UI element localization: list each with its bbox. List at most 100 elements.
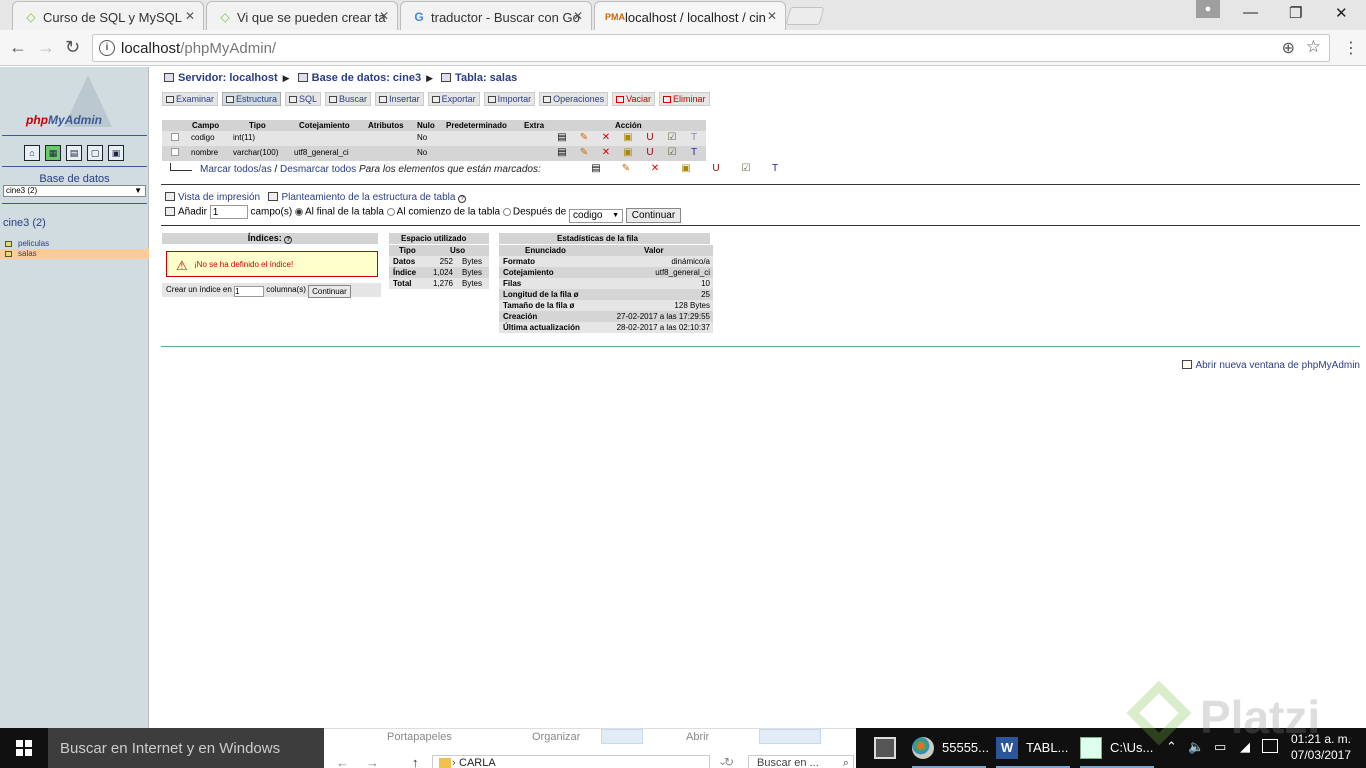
print-view-link[interactable]: Vista de impresión	[178, 192, 260, 203]
tab-estructura[interactable]: Estructura	[222, 92, 282, 106]
fulltext-icon[interactable]: T	[770, 164, 780, 174]
help-icon[interactable]: ?	[458, 195, 467, 203]
tab-sql[interactable]: SQL	[285, 92, 322, 106]
sidebar-table-peliculas[interactable]: peliculas	[0, 239, 149, 249]
tab-buscar[interactable]: Buscar	[325, 92, 372, 106]
unmark-all-link[interactable]: Desmarcar todos	[280, 164, 356, 175]
tab-insertar[interactable]: Insertar	[375, 92, 424, 106]
new-tab-button[interactable]	[785, 7, 825, 25]
forward-icon[interactable]: →	[366, 755, 379, 768]
browser-tab-4[interactable]: PMA localhost / localhost / cin ✕	[594, 1, 786, 30]
browser-tab-2[interactable]: ◇ Vi que se pueden crear ta ✕	[206, 1, 398, 30]
tab-examinar[interactable]: Examinar	[162, 92, 219, 106]
help-icon[interactable]: ?	[284, 236, 293, 244]
primary-key-icon[interactable]: ▣	[623, 148, 633, 158]
tab-operaciones[interactable]: Operaciones	[539, 92, 609, 106]
browser-tab-3[interactable]: G traductor - Buscar con Go ✕	[400, 1, 592, 30]
breadcrumb-table[interactable]: Tabla: salas	[455, 72, 517, 84]
browser-tab-1[interactable]: ◇ Curso de SQL y MySQL ✕	[12, 1, 204, 30]
taskbar-app-paint[interactable]: 55555...	[912, 728, 989, 768]
address-bar[interactable]: i localhost/phpMyAdmin/ ⊕ ☆	[92, 34, 1330, 62]
query-window-icon[interactable]: ▦	[45, 145, 61, 161]
radio-start[interactable]	[386, 207, 395, 216]
close-icon[interactable]: ✕	[573, 9, 583, 23]
breadcrumb-database[interactable]: Base de datos: cine3	[312, 72, 421, 84]
bookmark-star-icon[interactable]: ☆	[1306, 37, 1321, 57]
reload-icon[interactable]: ↻	[65, 37, 80, 58]
browse-icon[interactable]: ▤	[557, 133, 567, 143]
start-button[interactable]	[0, 728, 48, 768]
primary-key-icon[interactable]: ▣	[623, 133, 633, 143]
tab-vaciar[interactable]: Vaciar	[612, 92, 655, 106]
close-icon[interactable]: ✕	[767, 9, 777, 23]
create-index-button[interactable]: Continuar	[308, 285, 351, 298]
home-icon[interactable]: ⌂	[24, 145, 40, 161]
index-count-input[interactable]	[234, 286, 265, 297]
delete-icon[interactable]: ✕	[650, 164, 660, 174]
unique-icon[interactable]: U	[645, 148, 655, 158]
row-checkbox[interactable]	[171, 133, 179, 141]
zoom-icon[interactable]: ⊕	[1282, 38, 1295, 58]
docs-icon[interactable]: ▢	[87, 145, 103, 161]
breadcrumb-server[interactable]: Servidor: localhost	[178, 72, 278, 84]
row-checkbox[interactable]	[171, 148, 179, 156]
unique-icon[interactable]: U	[711, 164, 721, 174]
tab-eliminar[interactable]: Eliminar	[658, 92, 710, 106]
for-marked-text: Para los elementos que están marcados:	[358, 164, 541, 175]
tab-importar[interactable]: Importar	[483, 92, 536, 106]
taskbar-search[interactable]: Buscar en Internet y en Windows	[48, 728, 324, 768]
unique-icon[interactable]: U	[645, 133, 655, 143]
minimize-icon[interactable]: —	[1243, 4, 1258, 21]
after-field-select[interactable]: codigo ▼	[569, 208, 624, 223]
primary-key-icon[interactable]: ▣	[681, 164, 691, 174]
user-icon[interactable]: ●	[1196, 0, 1220, 18]
table-icon[interactable]	[5, 241, 12, 247]
maximize-icon[interactable]: ❐	[1289, 4, 1302, 22]
mark-all-link[interactable]: Marcar todos/as	[200, 164, 272, 175]
sql-icon[interactable]: ▤	[66, 145, 82, 161]
close-icon[interactable]: ✕	[379, 9, 389, 23]
cell-value: 27-02-2017 a las 17:29:55	[616, 312, 710, 321]
delete-icon[interactable]: ✕	[601, 148, 611, 158]
add-count-input[interactable]	[209, 205, 248, 219]
reload-nav-icon[interactable]: ▣	[108, 145, 124, 161]
pma-logo[interactable]: phpMyAdmin	[22, 75, 132, 133]
back-icon[interactable]: ←	[9, 37, 27, 58]
radio-end[interactable]	[294, 207, 303, 216]
radio-after[interactable]	[502, 207, 511, 216]
browse-icon[interactable]: ▤	[557, 148, 567, 158]
db-select[interactable]: cine3 (2) ▼	[3, 185, 146, 197]
tab-exportar[interactable]: Exportar	[427, 92, 480, 106]
edit-icon[interactable]: ✎	[579, 148, 589, 158]
index-icon[interactable]: ☑	[741, 164, 751, 174]
taskbar-app-word[interactable]: W TABL...	[996, 728, 1070, 768]
table-name: peliculas	[18, 239, 50, 248]
structure-plan-link[interactable]: Planteamiento de la estructura de tabla	[281, 192, 455, 203]
fulltext-icon[interactable]: T	[689, 133, 699, 143]
up-icon[interactable]: ↑	[412, 755, 419, 768]
fulltext-icon[interactable]: T	[689, 148, 699, 158]
index-icon[interactable]: ☑	[667, 133, 677, 143]
browse-icon[interactable]: ▤	[591, 164, 601, 174]
close-window-icon[interactable]: ✕	[1335, 4, 1348, 22]
index-icon[interactable]: ☑	[667, 148, 677, 158]
info-icon[interactable]: i	[99, 40, 115, 56]
forward-icon[interactable]: →	[37, 37, 55, 58]
delete-icon[interactable]: ✕	[601, 133, 611, 143]
explorer-search[interactable]: Buscar en ... ⌕	[748, 755, 854, 768]
after-field-value: codigo	[573, 209, 603, 221]
edit-icon[interactable]: ✎	[579, 133, 589, 143]
close-icon[interactable]: ✕	[185, 9, 195, 23]
table-icon[interactable]	[5, 251, 12, 257]
back-icon[interactable]: ←	[336, 755, 349, 768]
refresh-icon[interactable]: ↻	[724, 755, 734, 768]
new-window-link[interactable]: Abrir nueva ventana de phpMyAdmin	[1182, 360, 1360, 371]
sidebar-table-salas[interactable]: salas	[0, 249, 149, 259]
menu-icon[interactable]: ⋮	[1343, 38, 1359, 58]
explorer-path-bar[interactable]: › CARLA	[432, 755, 710, 768]
taskbar-app-calculator[interactable]	[874, 728, 896, 768]
db-name-link[interactable]: cine3 (2)	[3, 217, 46, 229]
tab-label: Exportar	[441, 94, 476, 104]
add-continue-button[interactable]: Continuar	[625, 207, 682, 223]
edit-icon[interactable]: ✎	[621, 164, 631, 174]
